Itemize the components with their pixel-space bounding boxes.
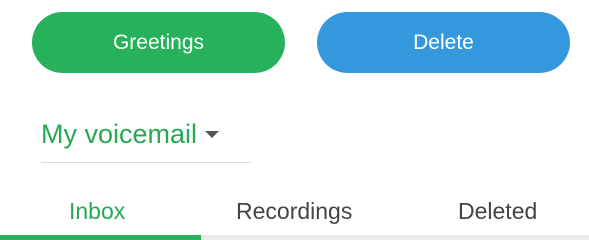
active-tab-indicator xyxy=(0,235,201,240)
tab-inbox[interactable]: Inbox xyxy=(69,198,125,225)
caret-down-icon xyxy=(205,131,220,138)
delete-button[interactable]: Delete xyxy=(317,12,570,73)
delete-button-label: Delete xyxy=(413,30,474,54)
mailbox-tabs: Inbox Recordings Deleted xyxy=(0,190,589,240)
voicemail-panel: Greetings Delete My voicemail Inbox Reco… xyxy=(0,0,589,240)
mailbox-dropdown[interactable]: My voicemail xyxy=(41,114,251,163)
tab-deleted[interactable]: Deleted xyxy=(458,198,537,225)
tab-recordings[interactable]: Recordings xyxy=(236,198,352,225)
greetings-button[interactable]: Greetings xyxy=(32,12,285,73)
greetings-button-label: Greetings xyxy=(112,30,205,54)
mailbox-dropdown-value: My voicemail xyxy=(41,119,198,149)
